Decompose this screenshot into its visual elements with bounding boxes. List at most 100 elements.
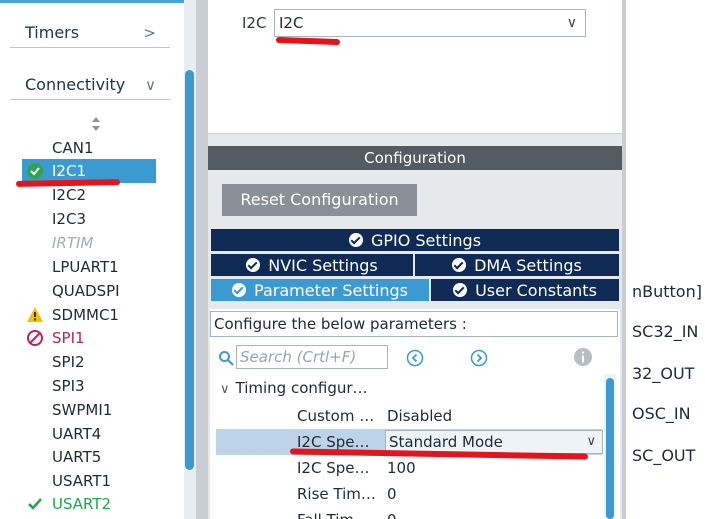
category-timers[interactable]: Timers >	[10, 18, 170, 48]
param-value: Standard Mode	[389, 433, 503, 451]
param-name: Fall Tim…	[297, 507, 369, 519]
list-item-label: LPUART1	[52, 258, 119, 276]
tab-user-constants[interactable]: User Constants	[430, 278, 620, 302]
tab-dma-settings[interactable]: DMA Settings	[414, 253, 620, 277]
list-item-label: UART4	[52, 425, 102, 443]
list-item-label: USART2	[52, 495, 112, 513]
param-value: Disabled	[387, 407, 453, 425]
mode-label: I2C	[242, 14, 267, 32]
tab-label: Parameter Settings	[254, 281, 408, 300]
list-item-label: UART5	[52, 448, 102, 466]
search-icon	[219, 351, 234, 366]
reset-configuration-button[interactable]: Reset Configuration	[222, 184, 417, 216]
list-item-spi2[interactable]: SPI2	[22, 350, 156, 374]
check-circle-icon	[27, 163, 43, 179]
check-icon	[28, 498, 42, 510]
tab-label: DMA Settings	[474, 256, 582, 275]
list-item-swpmi1[interactable]: SWPMI1	[22, 398, 156, 422]
timing-configuration-group[interactable]: ∨ Timing configur…	[220, 379, 368, 397]
list-item-label: CAN1	[52, 139, 94, 157]
list-item-uart4[interactable]: UART4	[22, 422, 156, 446]
category-connectivity[interactable]: Connectivity ∨	[10, 70, 170, 100]
panel-divider[interactable]	[196, 0, 208, 519]
check-circle-icon	[232, 283, 247, 297]
mode-select-value: I2C	[279, 14, 304, 32]
check-circle-icon	[452, 258, 467, 272]
check-circle-icon	[348, 233, 363, 247]
check-circle-icon	[453, 283, 468, 297]
param-name: Rise Tim…	[297, 485, 376, 503]
param-scrollbar-thumb[interactable]	[606, 378, 614, 519]
param-name: I2C Spe…	[297, 459, 370, 477]
param-row-custom[interactable]: Custom … Disabled	[216, 403, 602, 429]
list-item-label: QUADSPI	[52, 282, 120, 300]
list-item-label: SDMMC1	[52, 306, 119, 324]
param-row-i2c-speed-frequency[interactable]: I2C Spe… 100	[216, 455, 602, 481]
pin-label: 32_OUT	[632, 364, 695, 383]
list-item-label: USART1	[52, 472, 112, 490]
info-icon[interactable]	[573, 347, 593, 367]
category-panel: Timers > Connectivity ∨ CAN1 I2C1 I2C2 I…	[0, 0, 196, 519]
pinout-edge	[622, 0, 705, 519]
collapse-caret-icon: ∨	[220, 382, 230, 397]
list-item-label: I2C3	[52, 210, 86, 228]
previous-match-icon[interactable]	[406, 349, 424, 367]
chevron-down-icon: ∨	[566, 15, 577, 31]
panel-border	[622, 0, 626, 519]
param-value: 100	[387, 459, 416, 477]
sort-icon[interactable]	[88, 115, 104, 133]
list-item-usart1[interactable]: USART1	[22, 469, 156, 493]
param-name: Custom …	[297, 407, 375, 425]
list-item-uart5[interactable]: UART5	[22, 445, 156, 469]
tab-gpio-settings[interactable]: GPIO Settings	[210, 228, 620, 252]
list-item-spi1[interactable]: SPI1	[22, 326, 156, 350]
list-item-label: SPI2	[52, 353, 85, 371]
mode-select[interactable]: I2C ∨	[274, 9, 586, 37]
list-item-label: SWPMI1	[52, 401, 113, 419]
mode-panel: I2C I2C ∨	[208, 0, 622, 134]
list-item-label: SPI3	[52, 377, 85, 395]
parameter-header: Configure the below parameters :	[210, 311, 618, 337]
configuration-panel: Configuration Reset Configuration GPIO S…	[208, 134, 622, 519]
category-label: Connectivity	[25, 75, 126, 94]
tab-label: NVIC Settings	[268, 256, 378, 275]
chevron-down-icon: ∨	[145, 76, 156, 94]
chevron-down-icon: ∨	[586, 434, 596, 449]
list-item-label: I2C1	[52, 162, 86, 180]
list-item-label: I2C2	[52, 186, 86, 204]
list-item-quadspi[interactable]: QUADSPI	[22, 279, 156, 303]
pin-label: SC32_IN	[632, 322, 699, 341]
search-input[interactable]: Search (Crtl+F)	[236, 345, 388, 369]
list-item-i2c3[interactable]: I2C3	[22, 207, 156, 231]
next-match-icon[interactable]	[470, 349, 488, 367]
category-label: Timers	[25, 23, 80, 42]
list-item-spi3[interactable]: SPI3	[22, 374, 156, 398]
pin-label: OSC_IN	[632, 404, 691, 423]
warning-icon	[27, 307, 43, 322]
param-row-fall-time[interactable]: Fall Tim… 0	[216, 507, 602, 519]
pin-label: nButton]	[632, 282, 702, 301]
pin-label: SC_OUT	[632, 446, 696, 465]
configuration-title: Configuration	[208, 146, 622, 170]
list-item-can1[interactable]: CAN1	[22, 136, 156, 160]
check-circle-icon	[246, 258, 261, 272]
tab-label: GPIO Settings	[370, 231, 482, 250]
chevron-right-icon: >	[143, 24, 156, 42]
tab-label: User Constants	[475, 281, 597, 300]
list-item-lpuart1[interactable]: LPUART1	[22, 255, 156, 279]
list-item-usart2[interactable]: USART2	[22, 492, 156, 516]
group-label: Timing configur…	[235, 379, 368, 397]
param-value: 0	[387, 507, 397, 519]
list-item-irtim[interactable]: IRTIM	[22, 231, 156, 255]
tab-nvic-settings[interactable]: NVIC Settings	[210, 253, 414, 277]
panel-top-line	[0, 0, 196, 3]
param-row-rise-time[interactable]: Rise Tim… 0	[216, 481, 602, 507]
list-item-i2c2[interactable]: I2C2	[22, 183, 156, 207]
tab-parameter-settings[interactable]: Parameter Settings	[210, 278, 430, 302]
prohibited-icon	[27, 330, 43, 346]
list-item-label: IRTIM	[52, 234, 94, 252]
param-value: 0	[387, 485, 397, 503]
list-item-sdmmc1[interactable]: SDMMC1	[22, 303, 156, 327]
list-item-label: SPI1	[52, 329, 85, 347]
left-scrollbar-thumb[interactable]	[185, 70, 194, 470]
